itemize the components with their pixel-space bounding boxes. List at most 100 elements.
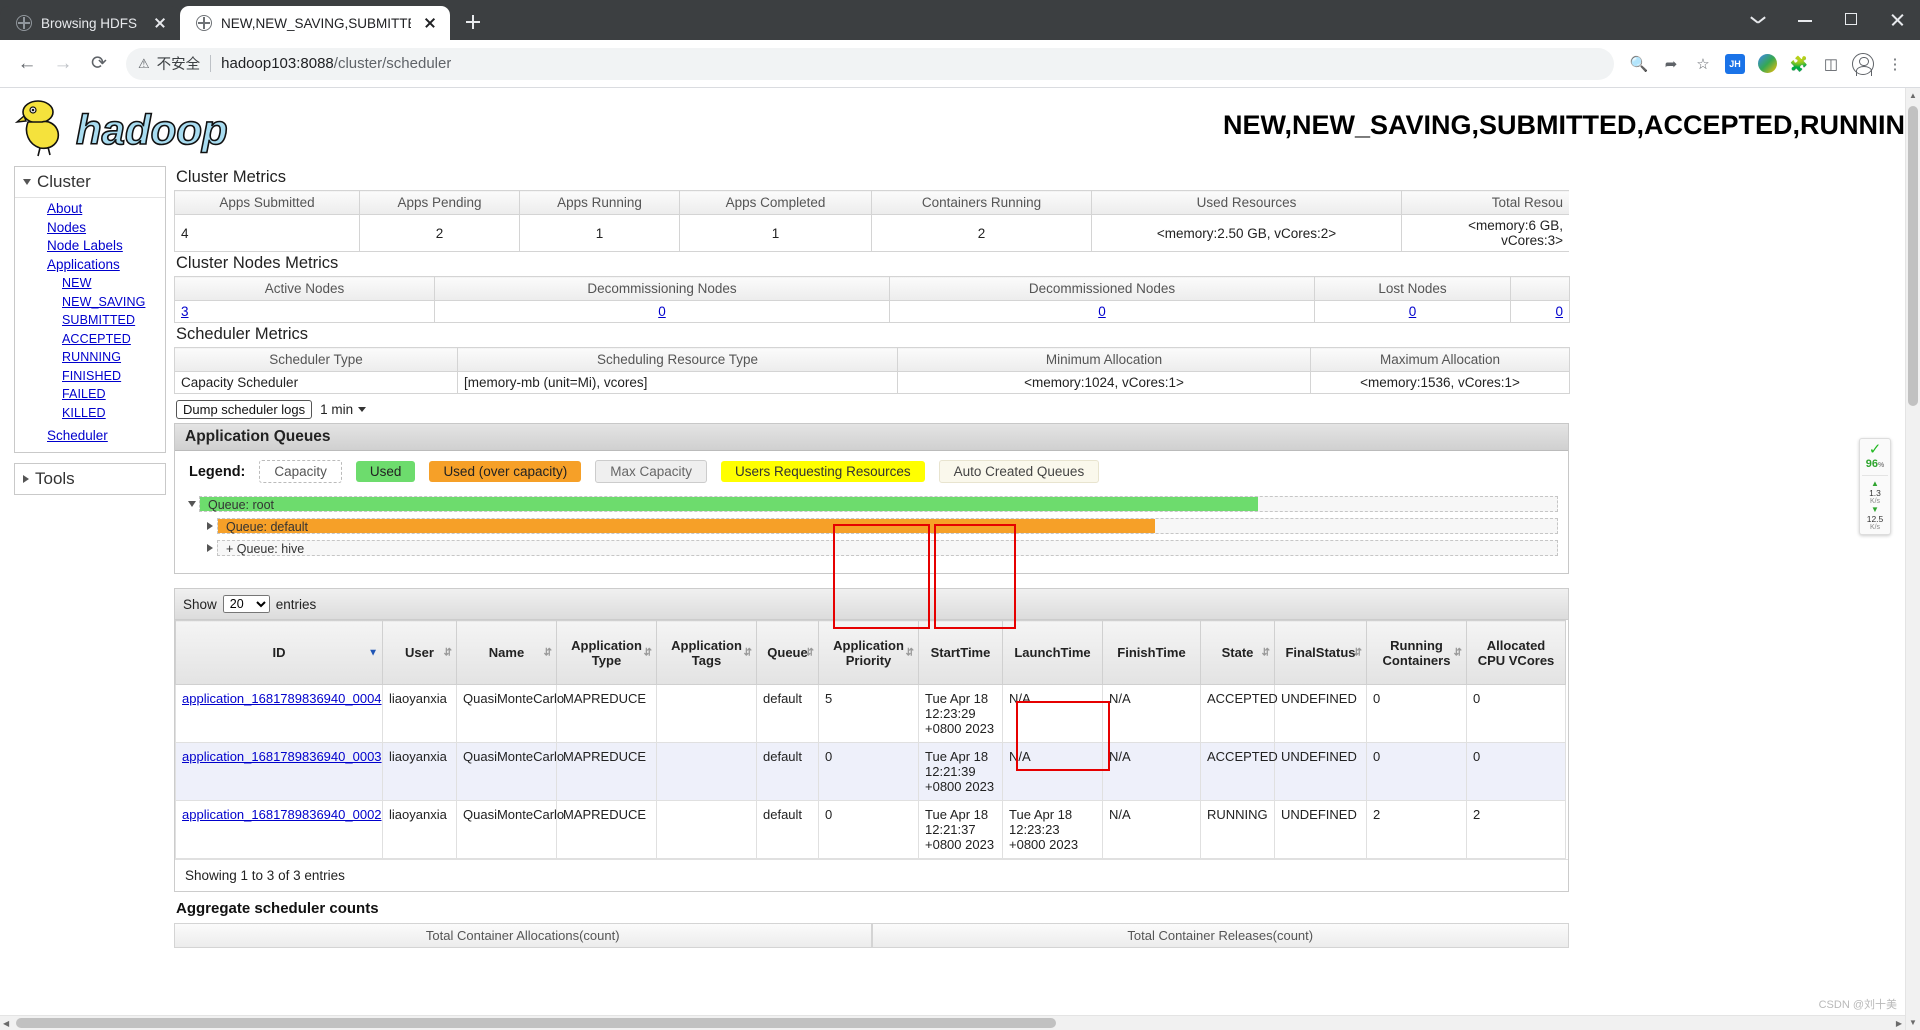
- col-allocated-cpu-vcores[interactable]: Allocated CPU VCores: [1466, 620, 1566, 685]
- cell-user: liaoyanxia: [382, 800, 457, 859]
- col-id[interactable]: ID ▼: [175, 620, 383, 685]
- sidebar-item-accepted[interactable]: ACCEPTED: [15, 330, 165, 349]
- dump-scheduler-logs-button[interactable]: Dump scheduler logs: [176, 400, 313, 419]
- sidebar-item-new[interactable]: NEW: [15, 274, 165, 293]
- svg-text:hadoop: hadoop: [76, 106, 228, 153]
- application-id-link[interactable]: application_1681789836940_0003: [182, 749, 382, 764]
- scroll-right-arrow-icon[interactable]: ▶: [1896, 1019, 1902, 1028]
- queue-row-hive[interactable]: + Queue: hive: [185, 539, 1558, 557]
- col-application-tags[interactable]: Application Tags ⇵: [656, 620, 757, 685]
- sidebar-item-node-labels[interactable]: Node Labels: [15, 237, 165, 256]
- profile-avatar-icon[interactable]: [1848, 49, 1878, 79]
- decommissioning-nodes-link[interactable]: 0: [658, 304, 666, 319]
- page-size-select[interactable]: 20 50 100: [222, 595, 270, 613]
- forward-button[interactable]: →: [46, 47, 80, 81]
- horizontal-scroll-thumb[interactable]: [16, 1018, 1056, 1028]
- chevron-down-icon[interactable]: [1736, 0, 1782, 40]
- col-extra-nodes: [1510, 276, 1570, 301]
- tab-close-icon[interactable]: [150, 13, 170, 33]
- active-nodes-link[interactable]: 3: [181, 304, 189, 319]
- vertical-scroll-thumb[interactable]: [1908, 106, 1918, 406]
- sidebar-cluster-header[interactable]: Cluster: [15, 167, 165, 197]
- address-bar[interactable]: ⚠ 不安全 hadoop103:8088/cluster/scheduler: [126, 47, 1614, 80]
- close-window-button[interactable]: [1874, 0, 1920, 40]
- caret-right-icon[interactable]: [203, 544, 217, 552]
- caret-down-icon: [23, 179, 31, 185]
- sidepanel-icon[interactable]: ◫: [1816, 49, 1846, 79]
- scroll-left-arrow-icon[interactable]: ◀: [3, 1019, 9, 1028]
- col-state[interactable]: State ⇵: [1200, 620, 1275, 685]
- sidebar-tools-header[interactable]: Tools: [15, 463, 165, 494]
- scroll-down-arrow-icon[interactable]: ▼: [1906, 1015, 1920, 1030]
- network-speed-widget[interactable]: ✓ 96% ▲ 1.3 K/s ▼ 12.5 K/s: [1859, 438, 1891, 535]
- cell-launch-time: Tue Apr 18 12:23:23 +0800 2023: [1002, 800, 1103, 859]
- tab-close-icon[interactable]: [420, 13, 440, 33]
- reload-button[interactable]: ⟳: [82, 47, 116, 81]
- sidebar-item-finished[interactable]: FINISHED: [15, 367, 165, 386]
- extension-globe-icon[interactable]: [1752, 49, 1782, 79]
- cell-type: MAPREDUCE: [556, 684, 657, 743]
- hadoop-logo[interactable]: hadoop: [14, 98, 264, 158]
- queue-fill: [218, 519, 1156, 533]
- queue-row-root[interactable]: Queue: root: [185, 495, 1558, 513]
- col-total-container-allocations: Total Container Allocations(count): [174, 923, 872, 948]
- col-user[interactable]: User ⇵: [382, 620, 457, 685]
- upload-unit: K/s: [1869, 498, 1881, 505]
- col-scheduling-resource-type: Scheduling Resource Type: [457, 347, 898, 372]
- col-application-priority[interactable]: Application Priority ⇵: [818, 620, 919, 685]
- browser-tab-1[interactable]: NEW,NEW_SAVING,SUBMITTE: [180, 6, 450, 40]
- puzzle-icon[interactable]: 🧩: [1784, 49, 1814, 79]
- legend-used-over-capacity: Used (over capacity): [429, 461, 582, 482]
- col-application-type[interactable]: Application Type ⇵: [556, 620, 657, 685]
- application-queues-panel: Application Queues Legend: Capacity Used…: [174, 423, 1569, 574]
- sidebar-item-killed[interactable]: KILLED: [15, 404, 165, 423]
- more-menu-icon[interactable]: ⋮: [1880, 49, 1910, 79]
- browser-tab-0[interactable]: Browsing HDFS: [0, 6, 180, 40]
- share-icon[interactable]: ➦: [1656, 49, 1686, 79]
- col-finish-time[interactable]: FinishTime: [1102, 620, 1201, 685]
- back-button[interactable]: ←: [10, 47, 44, 81]
- sidebar-item-new-saving[interactable]: NEW_SAVING: [15, 293, 165, 312]
- sidebar-item-submitted[interactable]: SUBMITTED: [15, 311, 165, 330]
- application-id-link[interactable]: application_1681789836940_0004: [182, 691, 382, 706]
- col-name[interactable]: Name ⇵: [456, 620, 557, 685]
- sidebar-item-scheduler[interactable]: Scheduler: [15, 427, 165, 446]
- sidebar-item-failed[interactable]: FAILED: [15, 385, 165, 404]
- minimize-button[interactable]: [1782, 0, 1828, 40]
- sidebar-item-about[interactable]: About: [15, 200, 165, 219]
- search-icon[interactable]: 🔍: [1624, 49, 1654, 79]
- caret-down-icon[interactable]: [185, 501, 199, 507]
- queue-row-default[interactable]: Queue: default: [185, 517, 1558, 535]
- download-arrow-icon: ▼: [1871, 505, 1879, 514]
- vertical-scrollbar[interactable]: ▲ ▼: [1905, 88, 1920, 1030]
- sidebar-item-applications[interactable]: Applications: [15, 256, 165, 275]
- queue-list: Queue: root Queue: default + Queue: hive: [175, 493, 1568, 573]
- maximize-button[interactable]: [1828, 0, 1874, 40]
- extension-jh-icon[interactable]: JH: [1720, 49, 1750, 79]
- val-apps-submitted: 4: [174, 214, 360, 252]
- widget-percent: 96%: [1865, 458, 1885, 470]
- col-launch-time[interactable]: LaunchTime: [1002, 620, 1103, 685]
- scroll-up-arrow-icon[interactable]: ▲: [1906, 88, 1920, 103]
- caret-right-icon[interactable]: [203, 522, 217, 530]
- col-running-containers[interactable]: Running Containers ⇵: [1366, 620, 1467, 685]
- extra-nodes-link[interactable]: 0: [1555, 304, 1563, 319]
- star-icon[interactable]: ☆: [1688, 49, 1718, 79]
- col-final-status[interactable]: FinalStatus ⇵: [1274, 620, 1367, 685]
- new-tab-button[interactable]: [458, 7, 488, 37]
- queue-bar[interactable]: + Queue: hive: [217, 540, 1558, 556]
- sidebar-item-running[interactable]: RUNNING: [15, 348, 165, 367]
- col-queue[interactable]: Queue ⇵: [756, 620, 819, 685]
- browser-toolbar: ← → ⟳ ⚠ 不安全 hadoop103:8088/cluster/sched…: [0, 40, 1920, 88]
- queue-bar[interactable]: Queue: default: [217, 518, 1558, 534]
- cell-vcores: 0: [1466, 684, 1566, 743]
- horizontal-scrollbar[interactable]: ◀ ▶: [0, 1015, 1905, 1030]
- sidebar-item-nodes[interactable]: Nodes: [15, 219, 165, 238]
- dump-interval-select[interactable]: 1 min: [320, 402, 367, 417]
- col-start-time[interactable]: StartTime: [918, 620, 1003, 685]
- application-id-link[interactable]: application_1681789836940_0002: [182, 807, 382, 822]
- val-apps-pending: 2: [359, 214, 520, 252]
- lost-nodes-link[interactable]: 0: [1409, 304, 1417, 319]
- decommissioned-nodes-link[interactable]: 0: [1098, 304, 1106, 319]
- queue-bar[interactable]: Queue: root: [199, 496, 1558, 512]
